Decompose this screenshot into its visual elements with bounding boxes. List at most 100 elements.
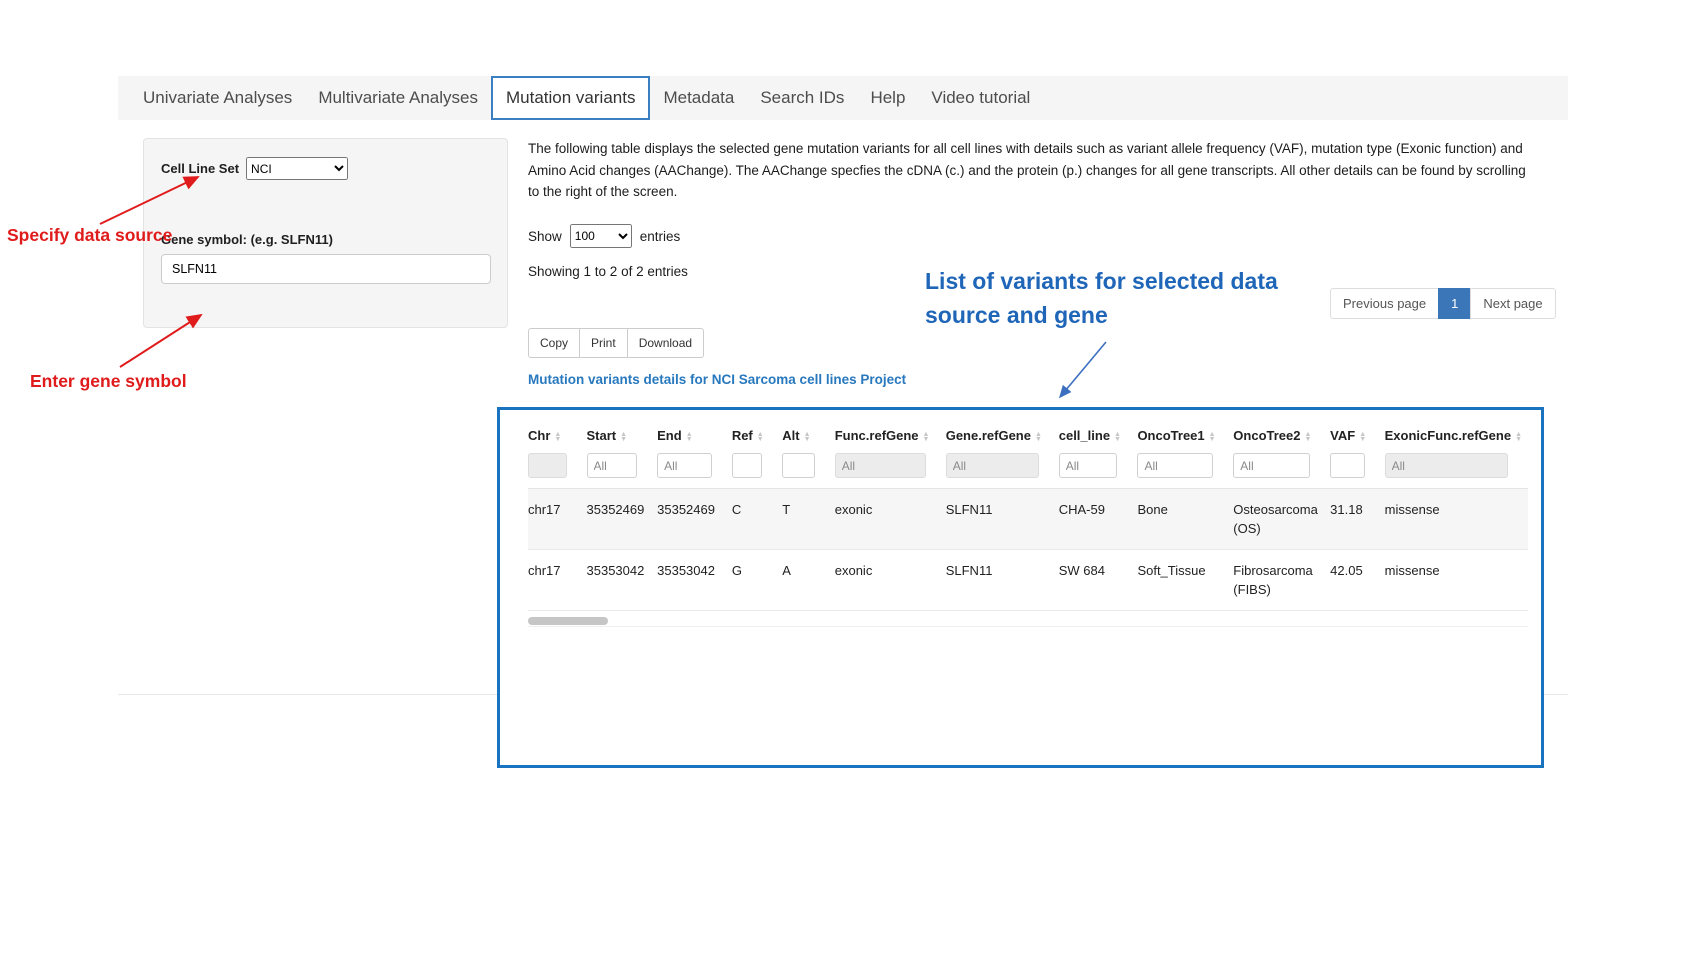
table-cell: Soft_Tissue [1137, 550, 1233, 611]
table-cell: 35353042 [657, 550, 732, 611]
table-title-link[interactable]: Mutation variants details for NCI Sarcom… [528, 372, 906, 387]
column-filter-end[interactable] [657, 453, 712, 478]
download-button[interactable]: Download [627, 328, 704, 358]
enter-gene-symbol-annotation: Enter gene symbol [30, 371, 187, 392]
previous-page-button[interactable]: Previous page [1330, 288, 1439, 319]
column-header-label: Alt [782, 428, 799, 443]
gene-symbol-input[interactable] [161, 254, 491, 284]
sort-icon[interactable]: ▲▼ [1305, 432, 1312, 442]
table-cell: 35352469 [587, 489, 658, 550]
column-filter-exonicfunc-refgene[interactable] [1385, 453, 1508, 478]
column-header-oncotree1[interactable]: OncoTree1 ▲▼ [1137, 418, 1233, 451]
table-cell: G [732, 550, 782, 611]
table-cell: SW 684 [1059, 550, 1138, 611]
column-filter-func-refgene[interactable] [835, 453, 926, 478]
table-cell: exonic [835, 550, 946, 611]
horizontal-scrollbar-thumb[interactable] [528, 617, 608, 625]
column-filter-ref[interactable] [732, 453, 762, 478]
sort-icon[interactable]: ▲▼ [554, 432, 561, 442]
top-navbar: Univariate Analyses Multivariate Analyse… [118, 76, 1568, 120]
table-description: The following table displays the selecte… [528, 138, 1526, 203]
sort-icon[interactable]: ▲▼ [757, 432, 764, 442]
column-header-ref[interactable]: Ref▲▼ [732, 418, 782, 451]
column-header-chr[interactable]: Chr ▲▼ [528, 418, 587, 451]
tab-help[interactable]: Help [857, 76, 918, 120]
header-row: Chr ▲▼ Start▲▼ End ▲▼ Ref▲▼ Alt ▲▼ Func.ref… [528, 418, 1528, 451]
column-header-cell-line[interactable]: cell_line▲▼ [1059, 418, 1138, 451]
pagination: Previous page 1 Next page [1330, 288, 1556, 319]
page: Univariate Analyses Multivariate Analyse… [0, 0, 1700, 956]
column-header-end[interactable]: End ▲▼ [657, 418, 732, 451]
sort-icon[interactable]: ▲▼ [1515, 432, 1522, 442]
table-row[interactable]: chr17 35352469 35352469 C T exonic SLFN1… [528, 489, 1528, 550]
print-button[interactable]: Print [579, 328, 628, 358]
export-button-group: Copy Print Download [528, 328, 704, 358]
column-header-label: End [657, 428, 682, 443]
column-header-func-refgene[interactable]: Func.refGene ▲▼ [835, 418, 946, 451]
sort-icon[interactable]: ▲▼ [1114, 432, 1121, 442]
tab-video-tutorial[interactable]: Video tutorial [918, 76, 1043, 120]
table-cell: missense [1385, 489, 1528, 550]
table-row[interactable]: chr17 35353042 35353042 G A exonic SLFN1… [528, 550, 1528, 611]
column-filter-oncotree1[interactable] [1137, 453, 1213, 478]
variants-list-annotation-line2: source and gene [925, 298, 1345, 332]
column-filter-oncotree2[interactable] [1233, 453, 1310, 478]
table-cell: 35352469 [657, 489, 732, 550]
column-filter-vaf[interactable] [1330, 453, 1364, 478]
table-cell: Osteosarcoma (OS) [1233, 489, 1330, 550]
current-page-button[interactable]: 1 [1438, 288, 1471, 319]
column-header-vaf[interactable]: VAF▲▼ [1330, 418, 1384, 451]
gene-symbol-label: Gene symbol: (e.g. SLFN11) [161, 232, 490, 247]
column-filter-chr[interactable] [528, 453, 567, 478]
column-header-oncotree2[interactable]: OncoTree2 ▲▼ [1233, 418, 1330, 451]
column-header-label: OncoTree2 [1233, 428, 1300, 443]
table-cell: exonic [835, 489, 946, 550]
table-cell: 31.18 [1330, 489, 1384, 550]
next-page-button[interactable]: Next page [1470, 288, 1555, 319]
table-cell: SLFN11 [946, 489, 1059, 550]
tab-mutation-variants[interactable]: Mutation variants [491, 76, 650, 120]
tab-multivariate-analyses[interactable]: Multivariate Analyses [305, 76, 491, 120]
column-header-label: OncoTree1 [1137, 428, 1204, 443]
entries-label: entries [640, 229, 681, 244]
table-cell: 42.05 [1330, 550, 1384, 611]
sort-icon[interactable]: ▲▼ [1359, 432, 1366, 442]
copy-button[interactable]: Copy [528, 328, 580, 358]
variants-list-annotation: List of variants for selected data sourc… [925, 264, 1345, 332]
table-cell: Bone [1137, 489, 1233, 550]
tab-univariate-analyses[interactable]: Univariate Analyses [130, 76, 305, 120]
table-cell: CHA-59 [1059, 489, 1138, 550]
cell-line-set-label: Cell Line Set [161, 161, 239, 176]
column-filter-alt[interactable] [782, 453, 814, 478]
table-cell: A [782, 550, 834, 611]
entries-count-select[interactable]: 100 [570, 224, 632, 248]
column-filter-cell-line[interactable] [1059, 453, 1118, 478]
tab-metadata[interactable]: Metadata [650, 76, 747, 120]
sort-icon[interactable]: ▲▼ [923, 432, 930, 442]
column-filter-gene-refgene[interactable] [946, 453, 1039, 478]
sort-icon[interactable]: ▲▼ [686, 432, 693, 442]
sort-icon[interactable]: ▲▼ [1035, 432, 1042, 442]
table-cell: T [782, 489, 834, 550]
cell-line-set-select[interactable]: NCI [246, 157, 348, 180]
column-header-label: ExonicFunc.refGene [1385, 428, 1511, 443]
column-header-label: Chr [528, 428, 550, 443]
sort-icon[interactable]: ▲▼ [1209, 432, 1216, 442]
sort-icon[interactable]: ▲▼ [620, 432, 627, 442]
variants-table-container: Chr ▲▼ Start▲▼ End ▲▼ Ref▲▼ Alt ▲▼ Func.ref… [497, 407, 1544, 768]
column-header-start[interactable]: Start▲▼ [587, 418, 658, 451]
controls-panel: Cell Line Set NCI Gene symbol: (e.g. SLF… [143, 138, 508, 328]
tab-search-ids[interactable]: Search IDs [747, 76, 857, 120]
column-header-gene-refgene[interactable]: Gene.refGene▲▼ [946, 418, 1059, 451]
horizontal-scrollbar-track[interactable] [528, 615, 1528, 627]
table-cell: 35353042 [587, 550, 658, 611]
column-header-alt[interactable]: Alt ▲▼ [782, 418, 834, 451]
column-header-exonicfunc-refgene[interactable]: ExonicFunc.refGene ▲▼ [1385, 418, 1528, 451]
column-filter-start[interactable] [587, 453, 638, 478]
variants-list-annotation-line1: List of variants for selected data [925, 264, 1345, 298]
table-cell: missense [1385, 550, 1528, 611]
column-header-label: Func.refGene [835, 428, 919, 443]
table-cell: SLFN11 [946, 550, 1059, 611]
specify-data-source-annotation: Specify data source [7, 225, 172, 246]
sort-icon[interactable]: ▲▼ [804, 432, 811, 442]
